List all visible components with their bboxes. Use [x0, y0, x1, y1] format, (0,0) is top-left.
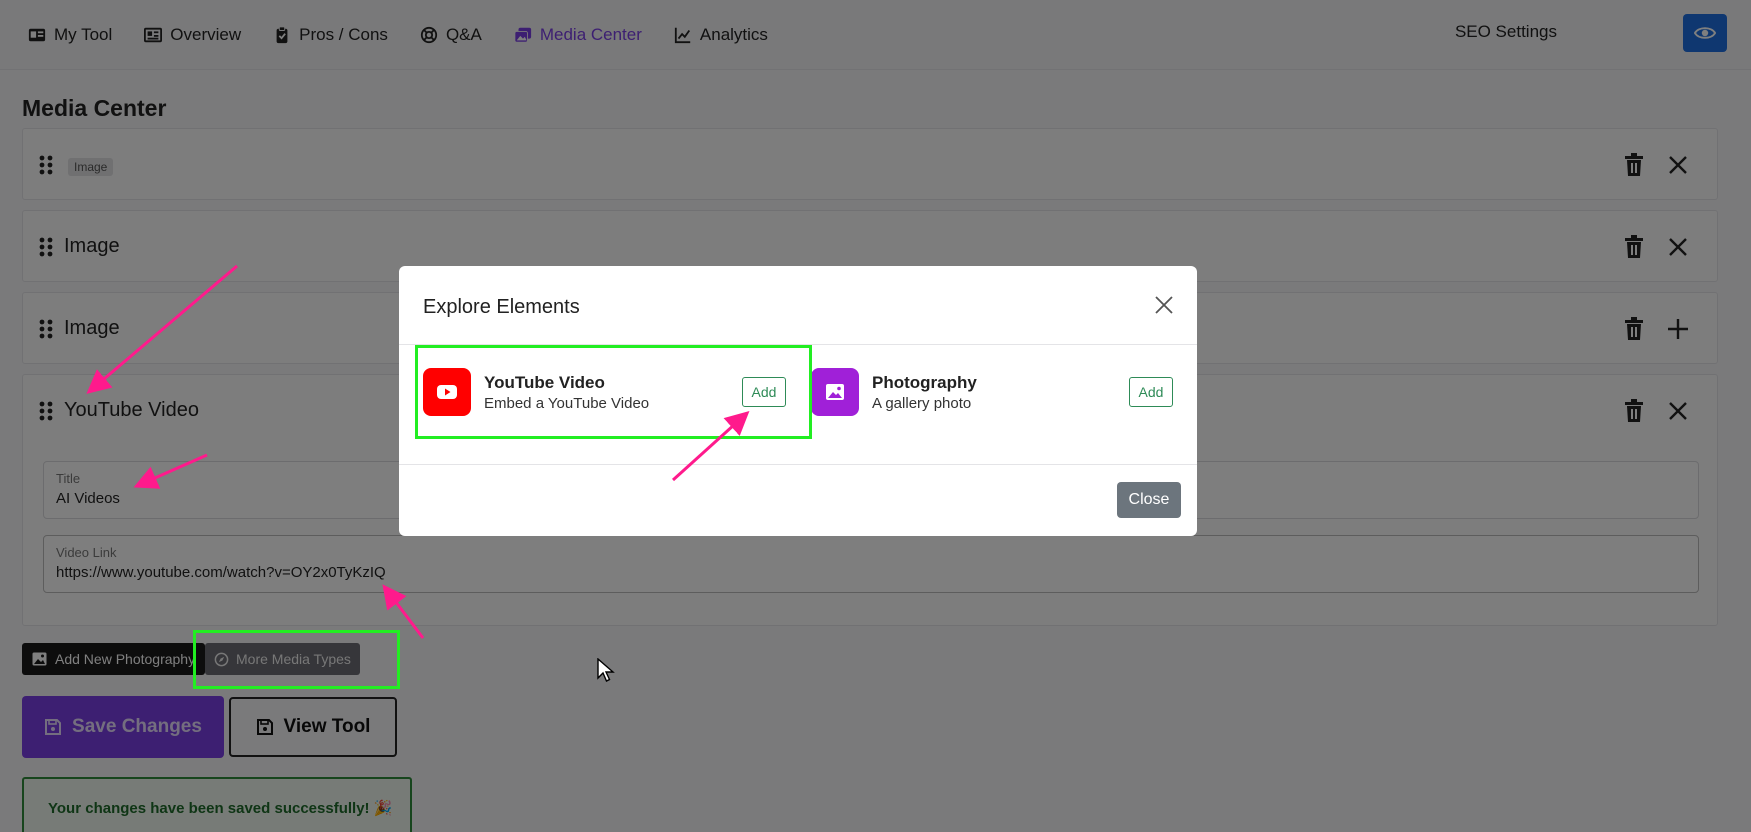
annotation-arrow — [671, 410, 750, 482]
annotation-arrow — [382, 584, 425, 639]
annotation-arrows — [86, 264, 750, 639]
annotation-arrow — [86, 264, 238, 394]
mouse-cursor-icon — [597, 658, 615, 682]
annotation-arrow — [133, 453, 208, 489]
